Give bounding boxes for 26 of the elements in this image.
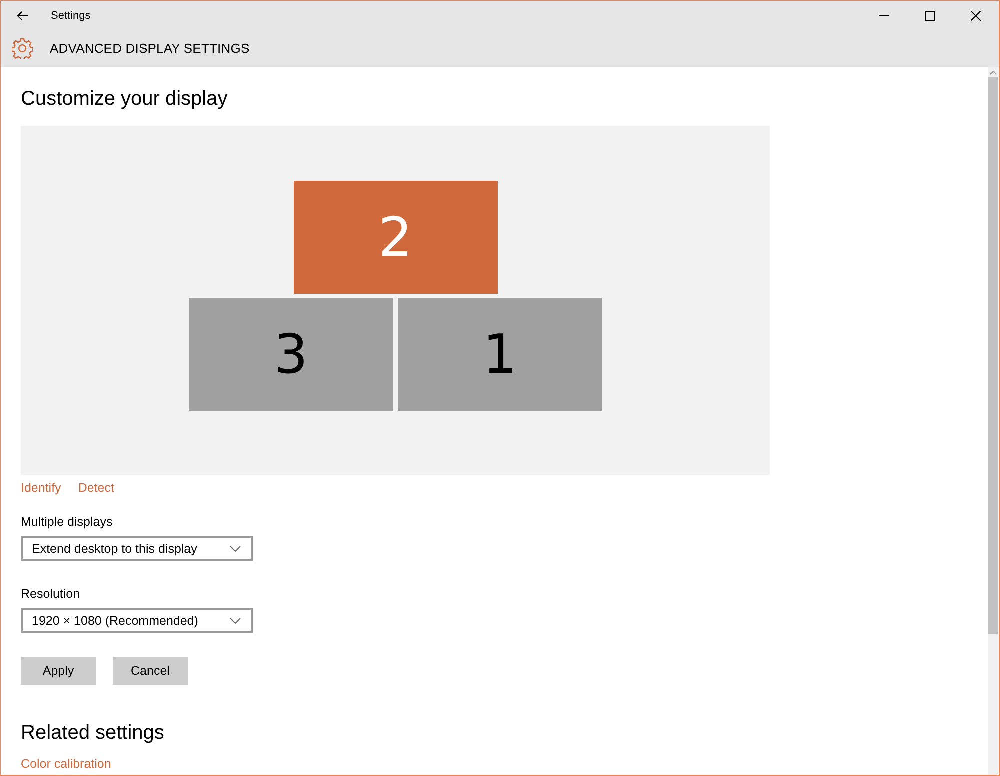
field-label: Resolution [21, 587, 82, 601]
scrollbar[interactable] [988, 67, 998, 775]
action-button[interactable]: Cancel [113, 657, 188, 685]
section-heading: Customize your display [21, 88, 229, 111]
chevron-down-icon [230, 546, 241, 552]
back-arrow-icon [17, 10, 29, 20]
action-button[interactable]: Apply [21, 657, 96, 685]
page-title: ADVANCED DISPLAY SETTINGS [50, 41, 250, 56]
monitor-tile[interactable]: 3 [189, 298, 393, 410]
dropdown[interactable]: Extend desktop to this display [21, 536, 253, 561]
link[interactable]: Identify [21, 481, 62, 495]
maximize-icon [925, 10, 935, 20]
window-title: Settings [51, 10, 92, 22]
monitor-tile[interactable]: 2 [294, 180, 498, 294]
scrollbar-thumb[interactable] [988, 77, 998, 634]
link[interactable]: Color calibration [21, 757, 112, 771]
chevron-down-icon [230, 618, 241, 624]
dropdown[interactable]: 1920 × 1080 (Recommended) [21, 608, 253, 633]
gear-icon [12, 38, 33, 59]
field-label: Multiple displays [21, 515, 114, 529]
close-icon [971, 10, 981, 20]
minimize-icon [879, 15, 889, 16]
monitor-tile[interactable]: 1 [398, 298, 602, 410]
section-heading: Related settings [21, 722, 166, 745]
link[interactable]: Detect [78, 481, 114, 495]
scroll-up-icon [990, 71, 996, 75]
